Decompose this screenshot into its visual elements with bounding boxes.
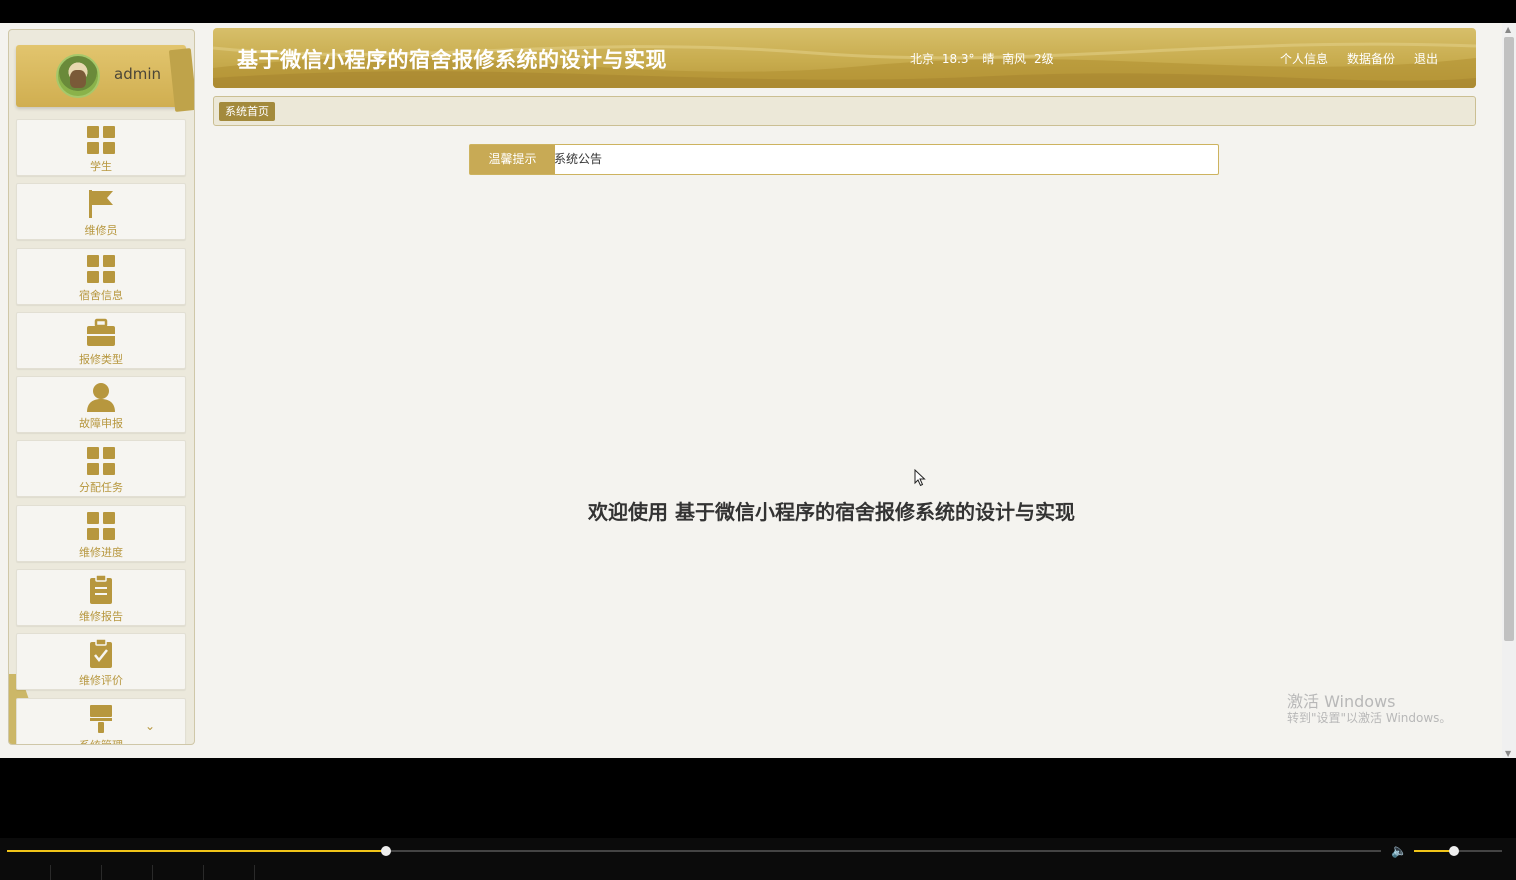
- player-bottom-strip: [0, 865, 1516, 880]
- sidebar: admin 学生 维修员 宿舍信息 报修类型 故障申报 分配任务 维修进度 维修…: [8, 29, 195, 745]
- grid-icon: [87, 254, 115, 283]
- sidebar-item-label: 维修报告: [79, 610, 123, 624]
- sidebar-item-label: 学生: [90, 160, 112, 173]
- sidebar-item-assign-task[interactable]: 分配任务: [16, 440, 186, 498]
- grid-icon: [87, 126, 115, 154]
- scroll-up-arrow-icon[interactable]: ▲: [1505, 25, 1511, 34]
- page-scrollbar[interactable]: ▲ ▼: [1502, 23, 1516, 758]
- sidebar-item-repair-report[interactable]: 维修报告: [16, 569, 186, 627]
- profile-link[interactable]: 个人信息: [1280, 50, 1328, 67]
- breadcrumb: 系统首页: [213, 96, 1476, 126]
- sidebar-menu: 学生 维修员 宿舍信息 报修类型 故障申报 分配任务 维修进度 维修报告 维修评…: [16, 119, 186, 744]
- chevron-down-icon[interactable]: ⌄: [145, 719, 155, 733]
- player-cell: [0, 865, 51, 880]
- seek-progress: [7, 850, 387, 852]
- scroll-thumb[interactable]: [1504, 37, 1514, 641]
- notice-label: 温馨提示: [470, 145, 555, 174]
- sidebar-item-fault-report[interactable]: 故障申报: [16, 376, 186, 434]
- scroll-down-arrow-icon[interactable]: ▼: [1505, 749, 1511, 758]
- user-panel-tab: [168, 48, 194, 112]
- sidebar-item-dorm-info[interactable]: 宿舍信息: [16, 247, 186, 305]
- sidebar-item-repairmen[interactable]: 维修员: [16, 183, 186, 241]
- top-header: 基于微信小程序的宿舍报修系统的设计与实现 北京 18.3° 晴 南风 2级 个人…: [213, 28, 1476, 88]
- video-player-bar: 🔈: [0, 838, 1516, 880]
- sidebar-item-system-management[interactable]: 系统管理 ⌄: [16, 697, 186, 744]
- avatar[interactable]: [56, 54, 100, 98]
- sidebar-item-label: 报修类型: [79, 352, 123, 366]
- user-icon: [87, 383, 115, 413]
- sidebar-item-label: 系统管理: [17, 737, 185, 744]
- volume-icon[interactable]: 🔈: [1391, 844, 1407, 859]
- clipboard-icon: [90, 575, 112, 605]
- grid-icon: [87, 447, 115, 476]
- user-name: admin: [114, 65, 161, 83]
- grid-icon: [87, 511, 115, 540]
- paint-brush-icon: [90, 704, 112, 733]
- breadcrumb-home[interactable]: 系统首页: [219, 102, 275, 121]
- header-links: 个人信息 数据备份 退出: [1280, 50, 1438, 67]
- app-window: admin 学生 维修员 宿舍信息 报修类型 故障申报 分配任务 维修进度 维修…: [0, 23, 1516, 758]
- notice-bar: 温馨提示 系统公告: [469, 144, 1219, 175]
- clipboard-check-icon: [90, 639, 112, 669]
- seek-handle[interactable]: [381, 846, 392, 856]
- volume-slider[interactable]: [1414, 846, 1502, 856]
- notice-text[interactable]: 系统公告: [554, 145, 602, 174]
- weather-info: 北京 18.3° 晴 南风 2级: [910, 52, 1054, 66]
- backup-link[interactable]: 数据备份: [1347, 50, 1395, 67]
- windows-watermark-subtitle: 转到"设置"以激活 Windows。: [1287, 711, 1452, 725]
- flag-icon: [89, 190, 113, 219]
- volume-handle[interactable]: [1448, 846, 1459, 856]
- player-cell: [102, 865, 153, 880]
- player-cell: [51, 865, 102, 880]
- welcome-message: 欢迎使用 基于微信小程序的宿舍报修系统的设计与实现: [588, 500, 1075, 524]
- logout-link[interactable]: 退出: [1414, 50, 1438, 67]
- sidebar-item-label: 维修进度: [79, 545, 123, 559]
- sidebar-item-repair-evaluation[interactable]: 维修评价: [16, 633, 186, 691]
- page-title: 基于微信小程序的宿舍报修系统的设计与实现: [237, 48, 667, 72]
- sidebar-item-label: 分配任务: [79, 481, 123, 495]
- volume-level: [1414, 850, 1454, 852]
- player-cell: [153, 865, 204, 880]
- mouse-cursor-icon: [914, 469, 926, 487]
- briefcase-icon: [87, 318, 115, 346]
- user-panel: admin: [16, 45, 194, 112]
- sidebar-item-label: 维修评价: [79, 674, 123, 688]
- seek-bar[interactable]: [7, 846, 1381, 856]
- sidebar-item-repair-types[interactable]: 报修类型: [16, 311, 186, 369]
- player-cell: [204, 865, 255, 880]
- sidebar-item-repair-progress[interactable]: 维修进度: [16, 504, 186, 562]
- sidebar-item-label: 宿舍信息: [79, 288, 123, 302]
- sidebar-item-students[interactable]: 学生: [16, 119, 186, 176]
- sidebar-item-label: 故障申报: [79, 417, 123, 431]
- sidebar-item-label: 维修员: [84, 224, 118, 238]
